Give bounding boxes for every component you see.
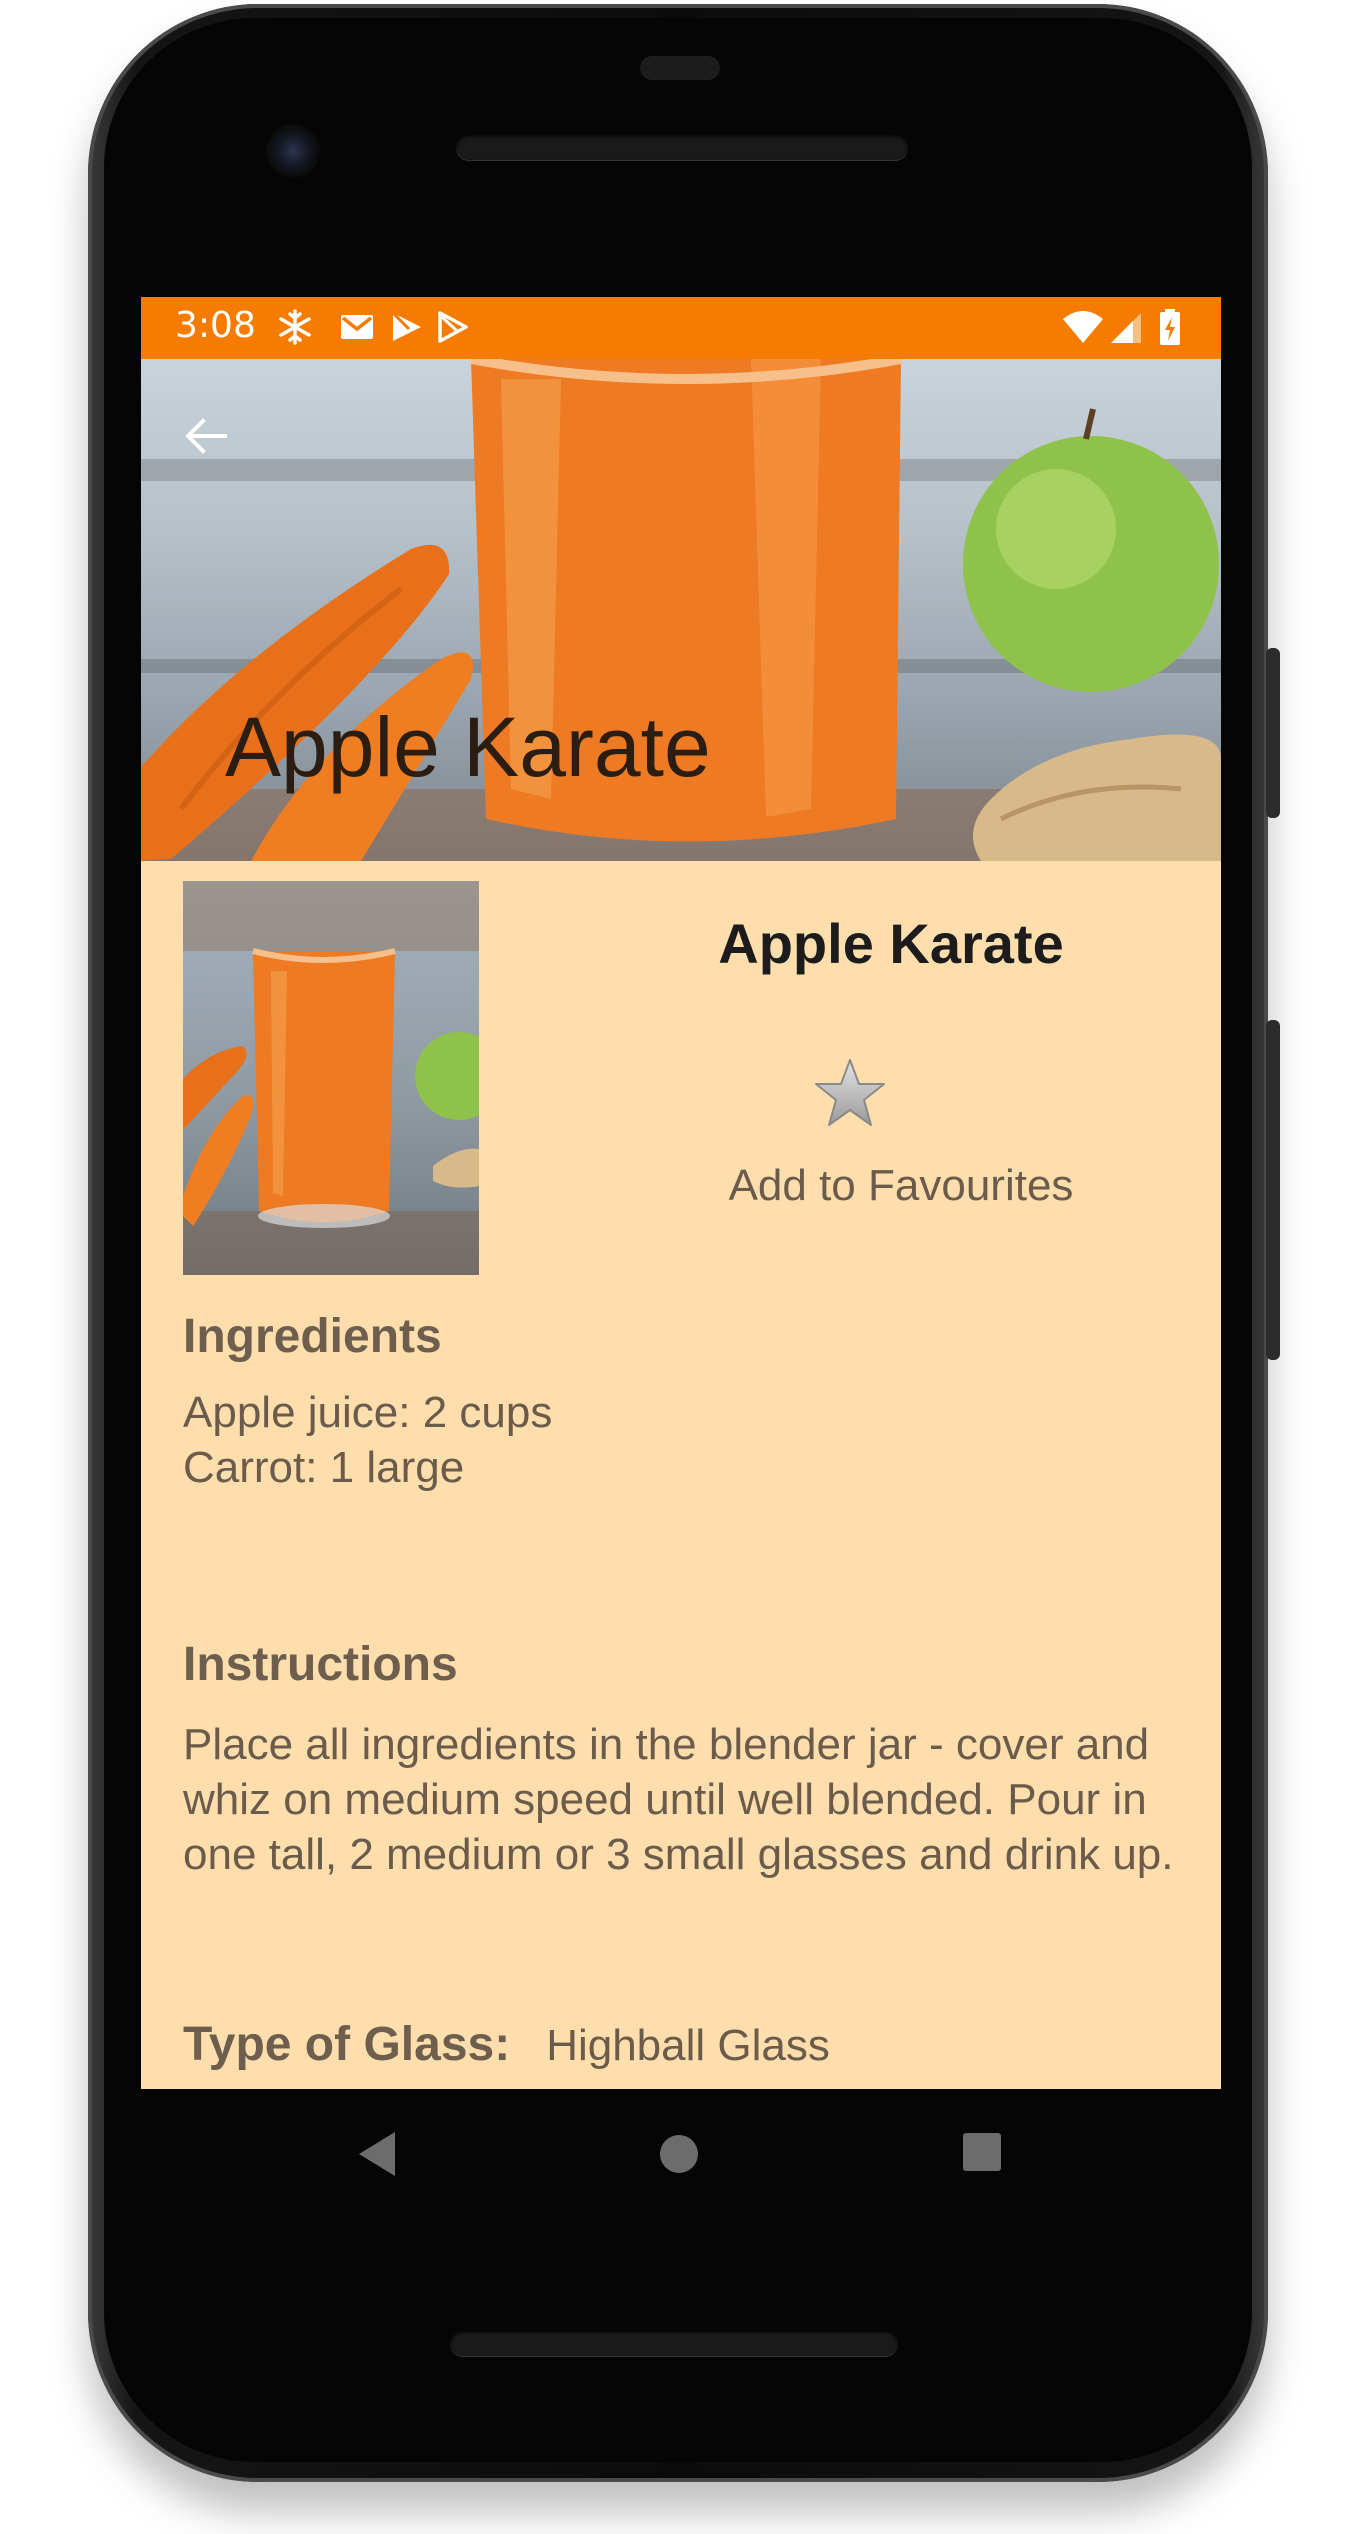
ingredients-list: Apple juice: 2 cups Carrot: 1 large xyxy=(183,1385,1183,1495)
play-store-outline-icon xyxy=(438,311,468,343)
bottom-speaker xyxy=(450,2330,898,2356)
glass-type-row: Type of Glass: Highball Glass xyxy=(183,2017,830,2072)
glass-type-label: Type of Glass: xyxy=(183,2018,511,2071)
back-triangle-icon[interactable] xyxy=(355,2129,401,2179)
earpiece-speaker xyxy=(456,134,908,160)
signal-icon xyxy=(1111,313,1141,343)
header-image: Apple Karate xyxy=(141,359,1221,861)
ingredient-item: Apple juice: 2 cups xyxy=(183,1388,553,1437)
toolbar-title: Apple Karate xyxy=(225,700,711,794)
drink-thumbnail-photo xyxy=(183,881,479,1275)
instructions-heading: Instructions xyxy=(183,1638,458,1691)
play-store-icon xyxy=(391,311,421,341)
recents-square-icon[interactable] xyxy=(959,2129,1005,2175)
volume-button xyxy=(1266,1020,1280,1360)
glass-type-value: Highball Glass xyxy=(546,2021,830,2070)
ingredients-heading: Ingredients xyxy=(183,1310,442,1363)
ingredient-item: Carrot: 1 large xyxy=(183,1443,465,1492)
front-camera xyxy=(266,124,320,178)
gmail-icon xyxy=(341,315,373,339)
battery-charging-icon xyxy=(1160,309,1180,345)
drink-thumbnail xyxy=(183,881,479,1275)
back-button[interactable] xyxy=(181,411,241,471)
proximity-sensor xyxy=(640,56,720,80)
app-screen: 3:08 Apple Karate Apple Karate Add to Fa… xyxy=(141,297,1221,2089)
instructions-text: Place all ingredients in the blender jar… xyxy=(183,1720,1174,1879)
snowflake-icon xyxy=(279,309,311,345)
status-time: 3:08 xyxy=(175,305,256,346)
status-bar: 3:08 xyxy=(141,297,1221,359)
power-button xyxy=(1266,648,1280,818)
drink-details: Apple Karate Add to Favourites Ingredien… xyxy=(141,861,1221,2089)
star-icon[interactable] xyxy=(813,1057,887,1129)
navigation-bar xyxy=(141,2089,1221,2215)
wifi-icon xyxy=(1063,311,1103,343)
add-to-favourites-button[interactable]: Add to Favourites xyxy=(531,1161,1221,1211)
arrow-back-icon xyxy=(185,418,227,454)
home-circle-icon[interactable] xyxy=(654,2129,704,2179)
drink-name: Apple Karate xyxy=(718,912,1064,975)
